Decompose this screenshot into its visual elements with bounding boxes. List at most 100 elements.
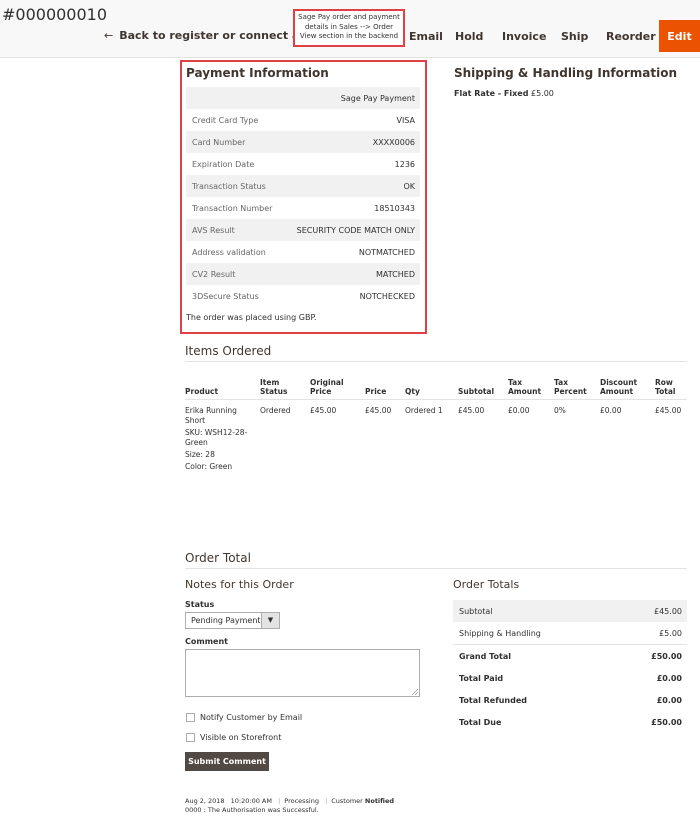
column-header: Qty [405,387,420,396]
totals-row-value: £50.00 [651,652,682,661]
payment-row-value: XXXX0006 [372,138,415,147]
totals-row-label: Total Due [459,718,502,727]
status-select[interactable]: Pending Payment ▼ [185,612,280,629]
status-label: Status [185,600,215,609]
totals-row: Grand Total £50.00 [453,645,687,667]
totals-row-label: Total Refunded [459,696,527,705]
callout-line: View section in the backend [299,32,399,40]
column-header: Subtotal [458,387,495,396]
totals-row-label: Total Paid [459,674,504,683]
annotation-callout: Sage Pay order and payment details in Sa… [293,9,405,47]
column-header: Discount Amount [600,378,638,396]
item-status: Ordered [260,406,291,415]
product-size: Size: 28 [185,450,215,459]
edit-button[interactable]: Edit [659,20,700,52]
notes-title: Notes for this Order [185,578,294,591]
totals-row-value: £5.00 [659,629,682,638]
divider [185,568,687,569]
payment-row-value: 1236 [394,160,415,169]
shipping-method-label: Flat Rate - Fixed [454,89,529,98]
history-date: Aug 2, 2018 [185,797,225,805]
callout-line: Sage Pay order and payment [298,13,400,21]
separator: | [325,797,328,805]
payment-row-value: OK [403,182,415,191]
qty: Ordered 1 [405,406,443,415]
payment-row-value: VISA [396,116,415,125]
arrow-left-icon: ← [104,29,114,42]
shipping-title: Shipping & Handling Information [454,66,677,80]
totals-row: Shipping & Handling £5.00 [453,622,687,644]
payment-row: CV2 Result MATCHED [186,263,420,285]
totals-row-value: £50.00 [651,718,682,727]
divider [185,399,687,400]
visible-storefront-checkbox[interactable] [186,733,195,742]
payment-row: Address validation NOTMATCHED [186,241,420,263]
submit-comment-button[interactable]: Submit Comment [185,752,269,771]
history-message: 0000 : The Authorisation was Successful. [185,806,319,814]
payment-method-row: Sage Pay Payment [186,87,420,109]
email-button[interactable]: Email [409,30,443,43]
discount-amount: £0.00 [600,406,622,415]
payment-method: Sage Pay Payment [340,94,415,103]
items-ordered-title: Items Ordered [185,344,272,358]
resize-handle-icon[interactable] [412,689,418,695]
payment-row-value: NOTCHECKED [359,292,415,301]
callout-line: details in Sales --> Order [304,22,394,31]
totals-row: Total Paid £0.00 [453,667,687,689]
payment-row: Credit Card Type VISA [186,109,420,131]
totals-row: Total Refunded £0.00 [453,689,687,711]
row-total: £45.00 [655,406,682,415]
hold-button[interactable]: Hold [455,30,483,43]
comment-label: Comment [185,637,228,646]
payment-row: Card Number XXXX0006 [186,131,420,153]
reorder-button[interactable]: Reorder [606,30,656,43]
totals-row-label: Subtotal [459,607,493,616]
product-sku: SKU: WSH12-28- [185,428,248,437]
ship-button[interactable]: Ship [561,30,588,43]
totals-row-value: £0.00 [656,696,682,705]
original-price: £45.00 [310,406,337,415]
column-header: Original Price [310,378,344,396]
notify-customer-checkbox[interactable] [186,713,195,722]
totals-row-label: Grand Total [459,652,511,661]
price: £45.00 [365,406,392,415]
product-color: Color: Green [185,462,233,471]
column-header: Tax Amount [508,378,542,396]
product-cell: Erika Running Short SKU: WSH12-28- Green… [185,406,255,472]
product-name: Erika Running [185,406,237,415]
divider [185,361,687,362]
payment-row: Transaction Number 18510343 [186,197,420,219]
payment-information-title: Payment Information [186,66,329,80]
payment-row-label: Credit Card Type [192,116,259,125]
totals-row: Subtotal £45.00 [453,600,687,622]
history-time: 10:20:00 AM [230,797,272,805]
payment-row-value: 18510343 [374,204,415,213]
comment-textarea[interactable] [185,649,420,697]
history-customer-state: Notified [364,797,395,805]
shipping-method: Flat Rate - Fixed £5.00 [454,89,554,98]
column-header: Row Total [655,378,676,396]
tax-amount: £0.00 [508,406,530,415]
payment-row-value: MATCHED [376,270,415,279]
totals-row-label: Shipping & Handling [459,629,541,638]
status-select-value: Pending Payment [191,616,261,625]
payment-row-label: AVS Result [192,226,235,235]
payment-row-label: Transaction Status [192,182,266,191]
invoice-button[interactable]: Invoice [502,30,546,43]
shipping-method-price: £5.00 [530,89,554,98]
totals-row: Total Due £50.00 [453,711,687,733]
history-status: Processing [284,797,319,805]
totals-row-value: £0.00 [656,674,682,683]
page-title: #000000010 [2,5,108,24]
chevron-down-icon: ▼ [261,613,279,628]
column-header: Tax Percent [554,378,587,396]
tax-percent: 0% [554,406,566,415]
order-total-title: Order Total [185,551,251,565]
comment-history-entry: Aug 2, 2018 10:20:00 AM | Processing | Cus… [185,797,394,815]
payment-row-label: 3DSecure Status [192,292,259,301]
totals-row-value: £45.00 [654,607,682,616]
payment-row-label: CV2 Result [192,270,236,279]
payment-row: Expiration Date 1236 [186,153,420,175]
payment-row-label: Address validation [192,248,266,257]
column-header: Product [185,387,219,396]
